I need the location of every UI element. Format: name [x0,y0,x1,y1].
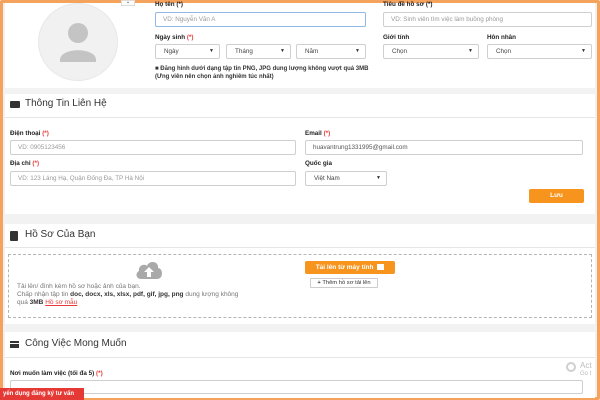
upload-line-1: Tải lên/ đính kèm hồ sơ hoặc ảnh của bạn… [17,283,141,290]
upload-size: 3MB [29,299,44,306]
marital-select-value: Chọn [496,48,512,55]
email-input[interactable]: huavantrung1331995@gmail.com [305,140,583,155]
gender-select[interactable]: Chọn ▼ [383,44,479,59]
month-select[interactable]: Tháng ▼ [226,44,291,59]
required-mark: (*) [186,34,194,41]
plus-icon: + [317,280,321,286]
photo-note-text: Đăng hình dưới dạng tập tin PNG, JPG dun… [155,66,369,80]
required-mark: (*) [96,370,103,377]
day-select[interactable]: Ngày ▼ [155,44,220,59]
month-select-value: Tháng [235,48,253,55]
day-select-value: Ngày [164,48,179,55]
country-label: Quốc gia [305,160,332,167]
chevron-down-icon: ▼ [280,48,285,54]
chevron-down-icon: ▼ [355,48,360,54]
title-input[interactable]: VD: Sinh viên tìm việc làm buồng phòng [383,12,592,27]
upload-line-3: quá 3MB Hồ sơ mẫu [17,299,287,307]
fullname-label: Họ tên (*) [155,1,183,8]
upload-arrow-icon [377,264,385,271]
fullname-input[interactable]: VD: Nguyễn Văn A [155,12,366,27]
required-mark: (*) [42,130,49,137]
add-resume-button[interactable]: + Thêm hồ sơ tải lên [310,278,378,288]
location-label: Nơi muốn làm việc (tối đa 5) (*) [10,370,103,377]
birthday-label: Ngày sinh (*) [155,34,194,41]
user-silhouette-icon [60,23,96,62]
list-icon [10,341,19,348]
resume-section-title: Hồ Sơ Của Bạn [25,229,96,240]
cloud-upload-icon [136,262,162,279]
sample-resume-link[interactable]: Hồ sơ mẫu [45,299,77,306]
avatar-edit-icon[interactable]: ▪ [121,0,135,6]
contact-card-icon [10,101,20,108]
year-select-value: Năm [305,48,319,55]
consult-register-tag[interactable]: yển dụng đăng ký tư vấn [0,388,84,400]
marital-select[interactable]: Chọn ▼ [487,44,592,59]
country-select-value: Việt Nam [314,175,340,182]
address-label-text: Địa chỉ [10,160,31,167]
phone-label: Điện thoại (*) [10,130,49,137]
add-resume-label: Thêm hồ sơ tải lên [322,280,371,286]
contact-divider [5,117,595,118]
upload-from-computer-button[interactable]: Tải lên từ máy tính [305,261,395,274]
job-section-title: Công Việc Mong Muốn [25,338,127,349]
country-select[interactable]: Việt Nam ▼ [305,171,387,186]
file-icon [10,231,18,241]
upload-instructions: Tải lên/ đính kèm hồ sơ hoặc ảnh của bạn… [17,283,287,307]
chevron-down-icon: ▼ [581,48,586,54]
marital-label: Hôn nhân [487,34,517,41]
job-divider [5,357,595,358]
chevron-down-icon: ▼ [209,48,214,54]
activation-watermark: Act [580,361,592,370]
upload-button-label: Tải lên từ máy tính [315,264,374,271]
photo-note: ■ Đăng hình dưới dạng tập tin PNG, JPG d… [155,66,375,81]
consult-register-label: yển dụng đăng ký tư vấn [3,391,75,397]
required-mark: (*) [32,160,40,167]
email-label: Email (*) [305,130,330,137]
contact-section-title: Thông Tin Liên Hệ [25,98,107,109]
address-input[interactable]: VD: 123 Láng Hạ, Quận Đống Đa, TP Hà Nội [10,171,296,186]
chevron-down-icon: ▼ [376,175,381,181]
upload-line-2: Chấp nhận tập tin doc, docx, xls, xlsx, … [17,291,287,299]
save-button[interactable]: Lưu [529,189,584,203]
resume-divider [5,247,595,248]
chevron-down-icon: ▼ [468,48,473,54]
location-label-text: Nơi muốn làm việc (tối đa 5) [10,370,95,377]
title-label: Tiêu đề hồ sơ (*) [383,1,433,8]
gender-select-value: Chọn [392,48,408,55]
upload-line-3-a: quá [17,299,30,306]
location-input[interactable] [10,380,583,394]
avatar[interactable] [38,3,118,81]
phone-label-text: Điện thoại [10,130,41,137]
activation-watermark-2: Go t [580,371,592,377]
birthday-label-text: Ngày sinh [155,34,186,41]
phone-input[interactable]: VD: 0905123456 [10,140,296,155]
email-label-text: Email [305,130,322,137]
camera-icon: ■ [155,66,159,72]
year-select[interactable]: Năm ▼ [296,44,366,59]
gender-label: Giới tính [383,34,410,41]
address-label: Địa chỉ (*) [10,160,39,167]
key-icon [566,362,576,372]
upload-formats: doc, docx, xls, xlsx, pdf, gif, jpg, png [70,291,184,298]
list-icon-mid [10,344,19,346]
required-mark: (*) [323,130,331,137]
upload-line-2-a: Chấp nhận tập tin [17,291,71,298]
upload-line-2-b: dung lượng không [183,291,239,298]
